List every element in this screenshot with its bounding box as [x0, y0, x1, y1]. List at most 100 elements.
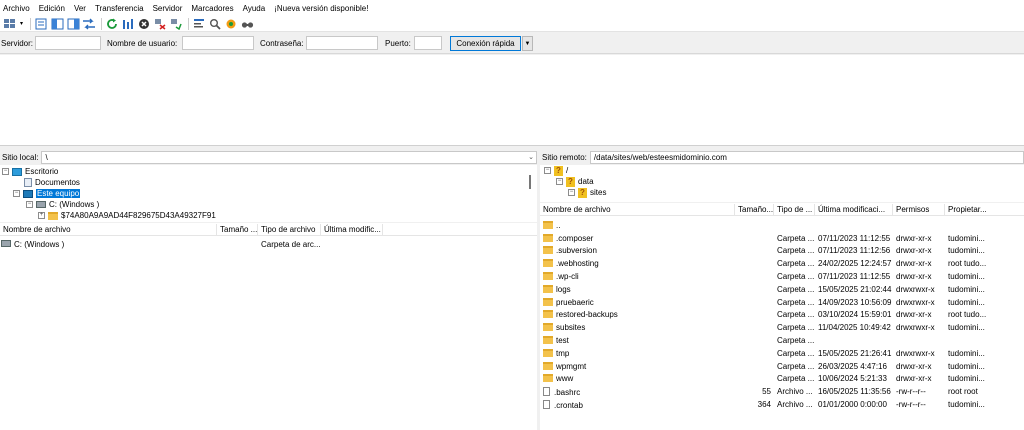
table-row[interactable]: subsites Carpeta ... 11/04/2025 10:49:42 dr… [540, 321, 1024, 334]
disconnect-icon[interactable] [153, 17, 167, 30]
column-header-size[interactable]: Tamaño ... [217, 224, 258, 236]
column-header-permissions[interactable]: Permisos [893, 204, 945, 216]
file-name: .webhosting [556, 259, 599, 269]
column-header-filename[interactable]: Nombre de archivo [0, 224, 217, 236]
file-modified: 14/09/2023 10:56:09 [818, 297, 892, 307]
column-header-owner[interactable]: Propietar... [945, 204, 1024, 216]
collapse-icon[interactable]: − [26, 201, 33, 208]
local-tree: − Escritorio Documentos − Este equipo − … [0, 165, 537, 222]
file-name-cell: restored-backups [540, 310, 735, 319]
menu-new-version[interactable]: ¡Nueva versión disponible! [274, 4, 368, 13]
file-name: .. [556, 220, 561, 230]
host-input[interactable] [35, 36, 101, 50]
table-row[interactable]: test Carpeta ... [540, 334, 1024, 347]
tree-item-c-drive[interactable]: − C: (Windows ) [26, 199, 99, 210]
menu-ayuda[interactable]: Ayuda [243, 4, 266, 13]
quickconnect-button[interactable]: Conexión rápida [450, 36, 521, 51]
drive-icon [1, 239, 11, 247]
dropdown-arrow-icon[interactable]: ▾ [18, 17, 25, 30]
table-row[interactable]: wpmgmt Carpeta ... 26/03/2025 4:47:16 drwxr… [540, 360, 1024, 373]
file-owner: root tudo... [948, 259, 987, 269]
table-row[interactable]: .bashrc 55 Archivo ... 16/05/2025 11:35:56-… [540, 385, 1024, 398]
column-header-type[interactable]: Tipo de ... [774, 204, 815, 216]
search-files-icon[interactable] [208, 17, 222, 30]
menu-edicion[interactable]: Edición [39, 4, 65, 13]
menu-transferencia[interactable]: Transferencia [95, 4, 144, 13]
tree-item-este-equipo[interactable]: − Este equipo [13, 188, 81, 199]
file-type: Carpeta ... [777, 361, 815, 371]
table-row[interactable]: www Carpeta ... 10/06/2024 5:21:33 drwxr-xr… [540, 373, 1024, 386]
collapse-icon[interactable]: − [544, 167, 551, 174]
toggle-remote-tree-icon[interactable] [66, 17, 80, 30]
toggle-log-icon[interactable] [34, 17, 48, 30]
cancel-icon[interactable] [137, 17, 151, 30]
refresh-icon[interactable] [105, 17, 119, 30]
message-log[interactable] [0, 55, 1024, 146]
file-owner: root root [948, 387, 978, 397]
column-header-modified[interactable]: Última modific... [321, 224, 383, 236]
table-row[interactable]: .composer Carpeta ... 07/11/2023 11:12:55 d… [540, 232, 1024, 245]
table-row[interactable]: restored-backups Carpeta ... 03/10/2024 15… [540, 309, 1024, 322]
file-type: Carpeta ... [777, 336, 815, 346]
password-input[interactable] [306, 36, 378, 50]
file-type: Carpeta de arc... [261, 239, 321, 249]
menu-servidor[interactable]: Servidor [153, 4, 183, 13]
column-header-filename[interactable]: Nombre de archivo [540, 204, 735, 216]
local-path-input[interactable]: \ ⌄ [41, 150, 537, 164]
port-input[interactable] [414, 36, 442, 50]
file-name-cell: .. [540, 220, 735, 230]
table-row[interactable]: .webhosting Carpeta ... 24/02/2025 12:24:5… [540, 257, 1024, 270]
process-queue-icon[interactable] [121, 17, 135, 30]
reconnect-icon[interactable] [169, 17, 183, 30]
file-modified: 15/05/2025 21:02:44 [818, 284, 892, 294]
menu-archivo[interactable]: Archivo [3, 4, 30, 13]
computer-icon [23, 189, 33, 198]
table-row[interactable]: C: (Windows ) Carpeta de arc... [0, 238, 537, 251]
local-tree-scrollbar[interactable] [529, 175, 531, 189]
file-owner: tudomini... [948, 297, 985, 307]
file-name: .composer [556, 233, 594, 243]
file-name: .bashrc [554, 387, 581, 397]
expand-icon[interactable]: + [38, 212, 45, 219]
remote-path-input[interactable]: /data/sites/web/esteesmidominio.com [589, 150, 1024, 164]
menu-marcadores[interactable]: Marcadores [191, 4, 233, 13]
table-row[interactable]: tmp Carpeta ... 15/05/2025 21:26:41 drwxrwx… [540, 347, 1024, 360]
unknown-folder-icon: ? [554, 165, 563, 176]
tree-item-root[interactable]: − ? / [544, 165, 568, 176]
tree-item-sites[interactable]: − ? sites [568, 187, 606, 198]
toggle-local-tree-icon[interactable] [50, 17, 64, 30]
collapse-icon[interactable]: − [2, 168, 9, 175]
column-header-modified[interactable]: Última modificaci... [815, 204, 893, 216]
site-manager-icon[interactable] [2, 17, 16, 30]
file-name-cell: .composer [540, 233, 735, 243]
folder-icon [543, 323, 553, 332]
tree-item-data[interactable]: − ? data [556, 176, 594, 187]
table-row[interactable]: pruebaeric Carpeta ... 14/09/2023 10:56:09… [540, 296, 1024, 309]
table-row[interactable]: .. [540, 219, 1024, 232]
chevron-down-icon[interactable]: ⌄ [528, 152, 534, 163]
toggle-queue-icon[interactable] [82, 17, 96, 30]
menu-ver[interactable]: Ver [74, 4, 86, 13]
file-owner: tudomini... [948, 233, 985, 243]
column-header-size[interactable]: Tamaño... [735, 204, 774, 216]
sync-browsing-icon[interactable] [224, 17, 238, 30]
table-row[interactable]: logs Carpeta ... 15/05/2025 21:02:44 drwxrw… [540, 283, 1024, 296]
file-modified: 16/05/2025 11:35:56 [818, 387, 891, 397]
compare-icon[interactable] [240, 17, 254, 30]
tree-item-documentos[interactable]: Documentos [24, 177, 80, 188]
collapse-icon[interactable]: − [556, 178, 563, 185]
tree-item-hidden-folder[interactable]: + $74A80A9A9AD44F829675D43A49327F91 [38, 210, 216, 221]
collapse-icon[interactable]: − [13, 190, 20, 197]
filter-icon[interactable] [192, 17, 206, 30]
tree-item-escritorio[interactable]: − Escritorio [2, 166, 58, 177]
table-row[interactable]: .crontab 364 Archivo ... 01/01/2000 0:00:00… [540, 398, 1024, 411]
folder-icon [543, 272, 553, 281]
file-type: Carpeta ... [777, 284, 815, 294]
collapse-icon[interactable]: − [568, 189, 575, 196]
table-row[interactable]: .subversion Carpeta ... 07/11/2023 11:12:5… [540, 245, 1024, 258]
table-row[interactable]: .wp-cli Carpeta ... 07/11/2023 11:12:55 drw… [540, 270, 1024, 283]
username-input[interactable] [182, 36, 254, 50]
quickconnect-dropdown-icon[interactable]: ▼ [522, 36, 533, 51]
column-header-type[interactable]: Tipo de archivo [258, 224, 321, 236]
folder-icon [543, 259, 553, 268]
